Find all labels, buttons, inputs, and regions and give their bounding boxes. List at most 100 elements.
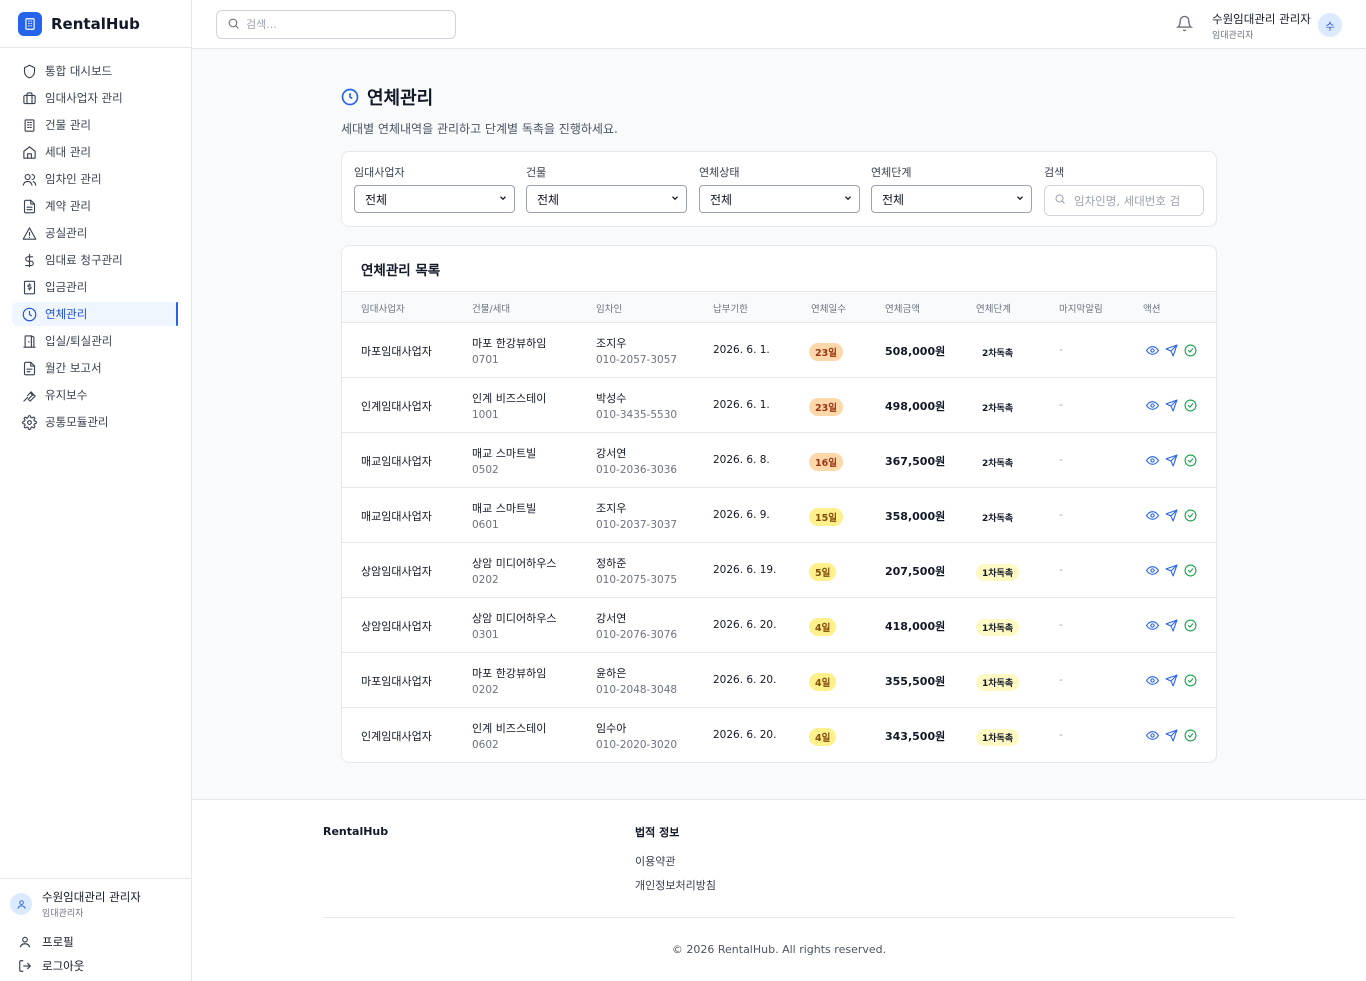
sidebar-item-label: 연체관리 [45, 307, 88, 321]
terms-link[interactable]: 이용약관 [635, 853, 675, 869]
send-icon[interactable] [1164, 563, 1178, 577]
table-row[interactable]: 상암임대사업자 상암 미디어하우스 0301 강서연 010-2076-3076 2026… [342, 598, 1216, 653]
row-overdue-days: 16일 [809, 453, 843, 471]
check-circle-icon[interactable] [1183, 508, 1197, 522]
row-tenant-name: 정하준 [596, 557, 627, 570]
row-phone: 010-2048-3048 [596, 684, 678, 696]
filter-business-select[interactable]: 전체 [354, 185, 515, 213]
sidebar-item-7[interactable]: 임대료 청구관리 [12, 248, 178, 272]
sidebar-item-3[interactable]: 세대 관리 [12, 140, 178, 164]
table-row[interactable]: 마포임대사업자 마포 한강뷰하임 0202 윤하은 010-2048-3048 2026.… [342, 653, 1216, 708]
sidebar-item-label: 임대사업자 관리 [45, 91, 123, 105]
check-circle-icon[interactable] [1183, 728, 1197, 742]
filter-business-value: 전체 [365, 192, 388, 207]
send-icon[interactable] [1164, 453, 1178, 467]
users-icon [21, 171, 37, 187]
row-tenant: 박성수 010-3435-5530 [596, 390, 677, 421]
row-amount: 207,500원 [885, 565, 946, 578]
filter-stage-select[interactable]: 전체 [871, 185, 1032, 213]
sidebar-item-label: 건물 관리 [45, 118, 91, 132]
eye-icon[interactable] [1145, 728, 1159, 742]
row-last-notice: - [1059, 508, 1063, 521]
table-header: 임대사업자 건물/세대 임차인 납부기한 연체일수 연체금액 연체단계 마지막알림 액션 [342, 292, 1216, 323]
row-tenant-name: 조지우 [596, 502, 627, 515]
filter-status: 연체상태 전체 [699, 164, 860, 213]
row-building-name: 상암 미디어하우스 [472, 557, 557, 570]
send-icon[interactable] [1164, 673, 1178, 687]
eye-icon[interactable] [1145, 508, 1159, 522]
global-search-input[interactable] [246, 18, 446, 31]
row-actions [1145, 508, 1202, 522]
send-icon[interactable] [1164, 728, 1178, 742]
send-icon[interactable] [1164, 398, 1178, 412]
header-user[interactable]: 수원임대관리 관리자 임대관리자 [1212, 11, 1311, 41]
sidebar-item-6[interactable]: 공실관리 [12, 221, 178, 245]
stage-badge: 1차독촉 [976, 564, 1020, 581]
row-overdue-days: 23일 [809, 343, 843, 361]
sidebar-item-13[interactable]: 공통모듈관리 [12, 410, 178, 434]
global-search[interactable] [216, 10, 456, 39]
sidebar-item-label: 월간 보고서 [45, 361, 102, 375]
eye-icon[interactable] [1145, 343, 1159, 357]
send-icon[interactable] [1164, 343, 1178, 357]
table-row[interactable]: 매교임대사업자 매교 스마트빌 0502 강서연 010-2036-3036 2026. … [342, 433, 1216, 488]
table-row[interactable]: 상암임대사업자 상암 미디어하우스 0202 정하준 010-2075-3075 2026… [342, 543, 1216, 598]
privacy-link[interactable]: 개인정보처리방침 [635, 877, 716, 893]
sidebar-item-5[interactable]: 계약 관리 [12, 194, 178, 218]
sidebar-item-1[interactable]: 임대사업자 관리 [12, 86, 178, 110]
logout-link[interactable]: 로그아웃 [0, 956, 191, 976]
table-row[interactable]: 인계임대사업자 인계 비즈스테이 0602 임수아 010-2020-3020 2026.… [342, 708, 1216, 762]
eye-icon[interactable] [1145, 398, 1159, 412]
filter-business-label: 임대사업자 [354, 166, 405, 179]
sidebar-item-10[interactable]: 입실/퇴실관리 [12, 329, 178, 353]
check-circle-icon[interactable] [1183, 343, 1197, 357]
eye-icon[interactable] [1145, 563, 1159, 577]
row-due-date: 2026. 6. 9. [713, 509, 770, 521]
check-circle-icon[interactable] [1183, 398, 1197, 412]
sidebar-item-2[interactable]: 건물 관리 [12, 113, 178, 137]
row-amount: 343,500원 [885, 730, 946, 743]
check-circle-icon[interactable] [1183, 618, 1197, 632]
row-unit: 0601 [472, 519, 499, 531]
check-circle-icon[interactable] [1183, 563, 1197, 577]
sidebar-item-12[interactable]: 유지보수 [12, 383, 178, 407]
send-icon[interactable] [1164, 618, 1178, 632]
eye-icon[interactable] [1145, 618, 1159, 632]
check-circle-icon[interactable] [1183, 453, 1197, 467]
table-row[interactable]: 매교임대사업자 매교 스마트빌 0601 조지우 010-2037-3037 2026. … [342, 488, 1216, 543]
check-circle-icon[interactable] [1183, 673, 1197, 687]
overdue-days-badge: 16일 [809, 453, 843, 471]
sidebar-item-0[interactable]: 통합 대시보드 [12, 59, 178, 83]
eye-icon[interactable] [1145, 453, 1159, 467]
filter-building-select[interactable]: 전체 [526, 185, 687, 213]
row-unit: 0301 [472, 629, 499, 641]
profile-link[interactable]: 프로필 [0, 932, 191, 952]
user-icon [18, 935, 34, 949]
row-overdue-days: 15일 [809, 508, 843, 526]
gear-icon [21, 414, 37, 430]
row-stage: 1차독촉 [976, 619, 1020, 636]
sidebar-item-4[interactable]: 임차인 관리 [12, 167, 178, 191]
header-avatar[interactable]: 수 [1318, 13, 1342, 37]
row-building: 매교 스마트빌 0601 [472, 500, 536, 531]
table-row[interactable]: 마포임대사업자 마포 한강뷰하임 0701 조지우 010-2057-3057 2026.… [342, 323, 1216, 378]
sidebar-item-8[interactable]: 입금관리 [12, 275, 178, 299]
eye-icon[interactable] [1145, 673, 1159, 687]
filter-status-select[interactable]: 전체 [699, 185, 860, 213]
brand[interactable]: RentalHub [0, 0, 191, 48]
row-tenant: 윤하은 010-2048-3048 [596, 665, 677, 696]
table-row[interactable]: 인계임대사업자 인계 비즈스테이 1001 박성수 010-3435-5530 2026.… [342, 378, 1216, 433]
filter-search-box[interactable] [1044, 185, 1204, 216]
sidebar-item-11[interactable]: 월간 보고서 [12, 356, 178, 380]
filter-search-input[interactable] [1074, 193, 1202, 208]
send-icon[interactable] [1164, 508, 1178, 522]
bell-icon[interactable] [1175, 15, 1194, 35]
row-stage: 2차독촉 [976, 509, 1020, 526]
header-user-name: 수원임대관리 관리자 [1212, 12, 1311, 26]
row-unit: 0602 [472, 739, 499, 751]
row-tenant-name: 임수아 [596, 722, 627, 735]
row-building-name: 매교 스마트빌 [472, 447, 537, 460]
sidebar-item-9[interactable]: 연체관리 [12, 302, 178, 326]
row-amount: 498,000원 [885, 400, 946, 413]
column-header: 건물/세대 [472, 304, 511, 315]
